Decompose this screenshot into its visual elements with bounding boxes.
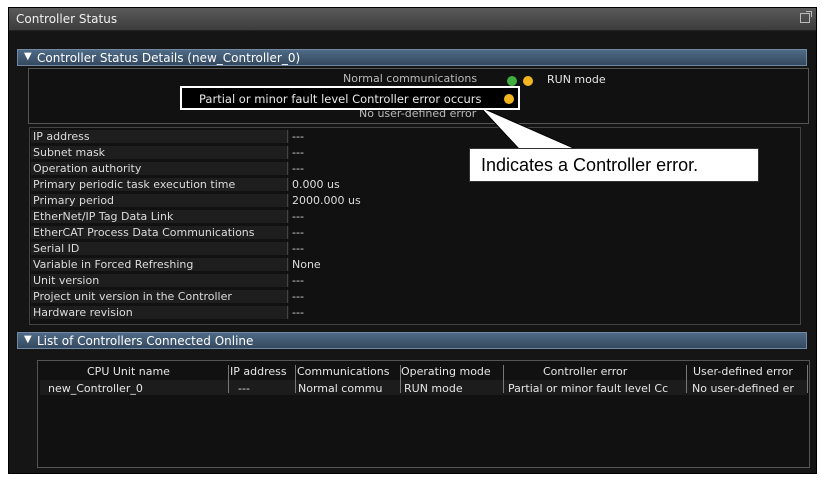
property-row[interactable]: Variable in Forced Refreshing None [30, 258, 800, 272]
maximize-icon[interactable] [800, 11, 812, 23]
property-value: --- [287, 226, 800, 239]
property-label: EtherCAT Process Data Communications [31, 226, 289, 239]
details-section-title: Controller Status Details (new_Controlle… [37, 51, 301, 65]
property-label: Unit version [31, 274, 289, 287]
cell-operating-mode: RUN mode [404, 382, 463, 395]
property-label: Operation authority [31, 162, 289, 175]
list-section-title: List of Controllers Connected Online [37, 334, 254, 348]
cell-ip-address: --- [238, 382, 250, 395]
cell-user-defined-error: No user-defined er [692, 382, 794, 395]
property-row[interactable]: Serial ID --- [30, 242, 800, 256]
property-label: Hardware revision [31, 306, 289, 319]
property-row[interactable]: IP address --- [30, 130, 800, 144]
property-label: IP address [31, 130, 289, 143]
property-label: Primary period [31, 194, 289, 207]
controller-error-status-text: Partial or minor fault level Controller … [199, 92, 482, 106]
run-mode-text: RUN mode [547, 73, 606, 86]
property-row[interactable]: Project unit version in the Controller --… [30, 290, 800, 304]
property-row[interactable]: EtherCAT Process Data Communications --- [30, 226, 800, 240]
property-label: Primary periodic task execution time [31, 178, 289, 191]
cell-communications: Normal commu [298, 382, 383, 395]
property-row[interactable]: EtherNet/IP Tag Data Link --- [30, 210, 800, 224]
controller-error-highlight: Partial or minor fault level Controller … [180, 86, 520, 110]
property-value: None [287, 258, 800, 271]
communications-status-text: Normal communications [343, 72, 478, 85]
property-row[interactable]: Hardware revision --- [30, 306, 800, 320]
controller-error-status-icon [504, 94, 514, 104]
column-header-user-defined-error[interactable]: User-defined error [693, 365, 793, 378]
property-label: EtherNet/IP Tag Data Link [31, 210, 289, 223]
property-label: Subnet mask [31, 146, 289, 159]
list-section-header[interactable]: ▼ List of Controllers Connected Online [17, 332, 807, 349]
cell-controller-error: Partial or minor fault level Cc [508, 382, 669, 395]
callout-box: Indicates a Controller error. [469, 148, 759, 182]
property-value: 2000.000 us [287, 194, 800, 207]
property-row[interactable]: Primary period 2000.000 us [30, 194, 800, 208]
column-header-communications[interactable]: Communications [297, 365, 389, 378]
column-header-controller-error[interactable]: Controller error [543, 365, 627, 378]
callout-text: Indicates a Controller error. [481, 155, 699, 175]
triangle-down-icon[interactable]: ▼ [24, 51, 32, 62]
triangle-down-icon[interactable]: ▼ [24, 334, 32, 345]
run-mode-status-icon [523, 76, 533, 86]
details-section-header[interactable]: ▼ Controller Status Details (new_Control… [17, 49, 807, 66]
property-value: --- [287, 274, 800, 287]
cell-cpu-unit-name: new_Controller_0 [48, 382, 143, 395]
column-header-cpu-unit-name[interactable]: CPU Unit name [87, 365, 170, 378]
property-value: --- [287, 290, 800, 303]
property-value: --- [287, 306, 800, 319]
column-header-operating-mode[interactable]: Operating mode [401, 365, 491, 378]
window-title: Controller Status [16, 12, 118, 26]
property-label: Project unit version in the Controller [31, 290, 289, 303]
property-label: Serial ID [31, 242, 289, 255]
column-header-ip-address[interactable]: IP address [230, 365, 287, 378]
window-titlebar: Controller Status [9, 8, 816, 31]
communications-status-icon [507, 76, 517, 86]
property-row[interactable]: Unit version --- [30, 274, 800, 288]
property-label: Variable in Forced Refreshing [31, 258, 289, 271]
property-value: --- [287, 210, 800, 223]
property-value: --- [287, 242, 800, 255]
controllers-list-table: CPU Unit name IP address Communications … [37, 360, 810, 468]
